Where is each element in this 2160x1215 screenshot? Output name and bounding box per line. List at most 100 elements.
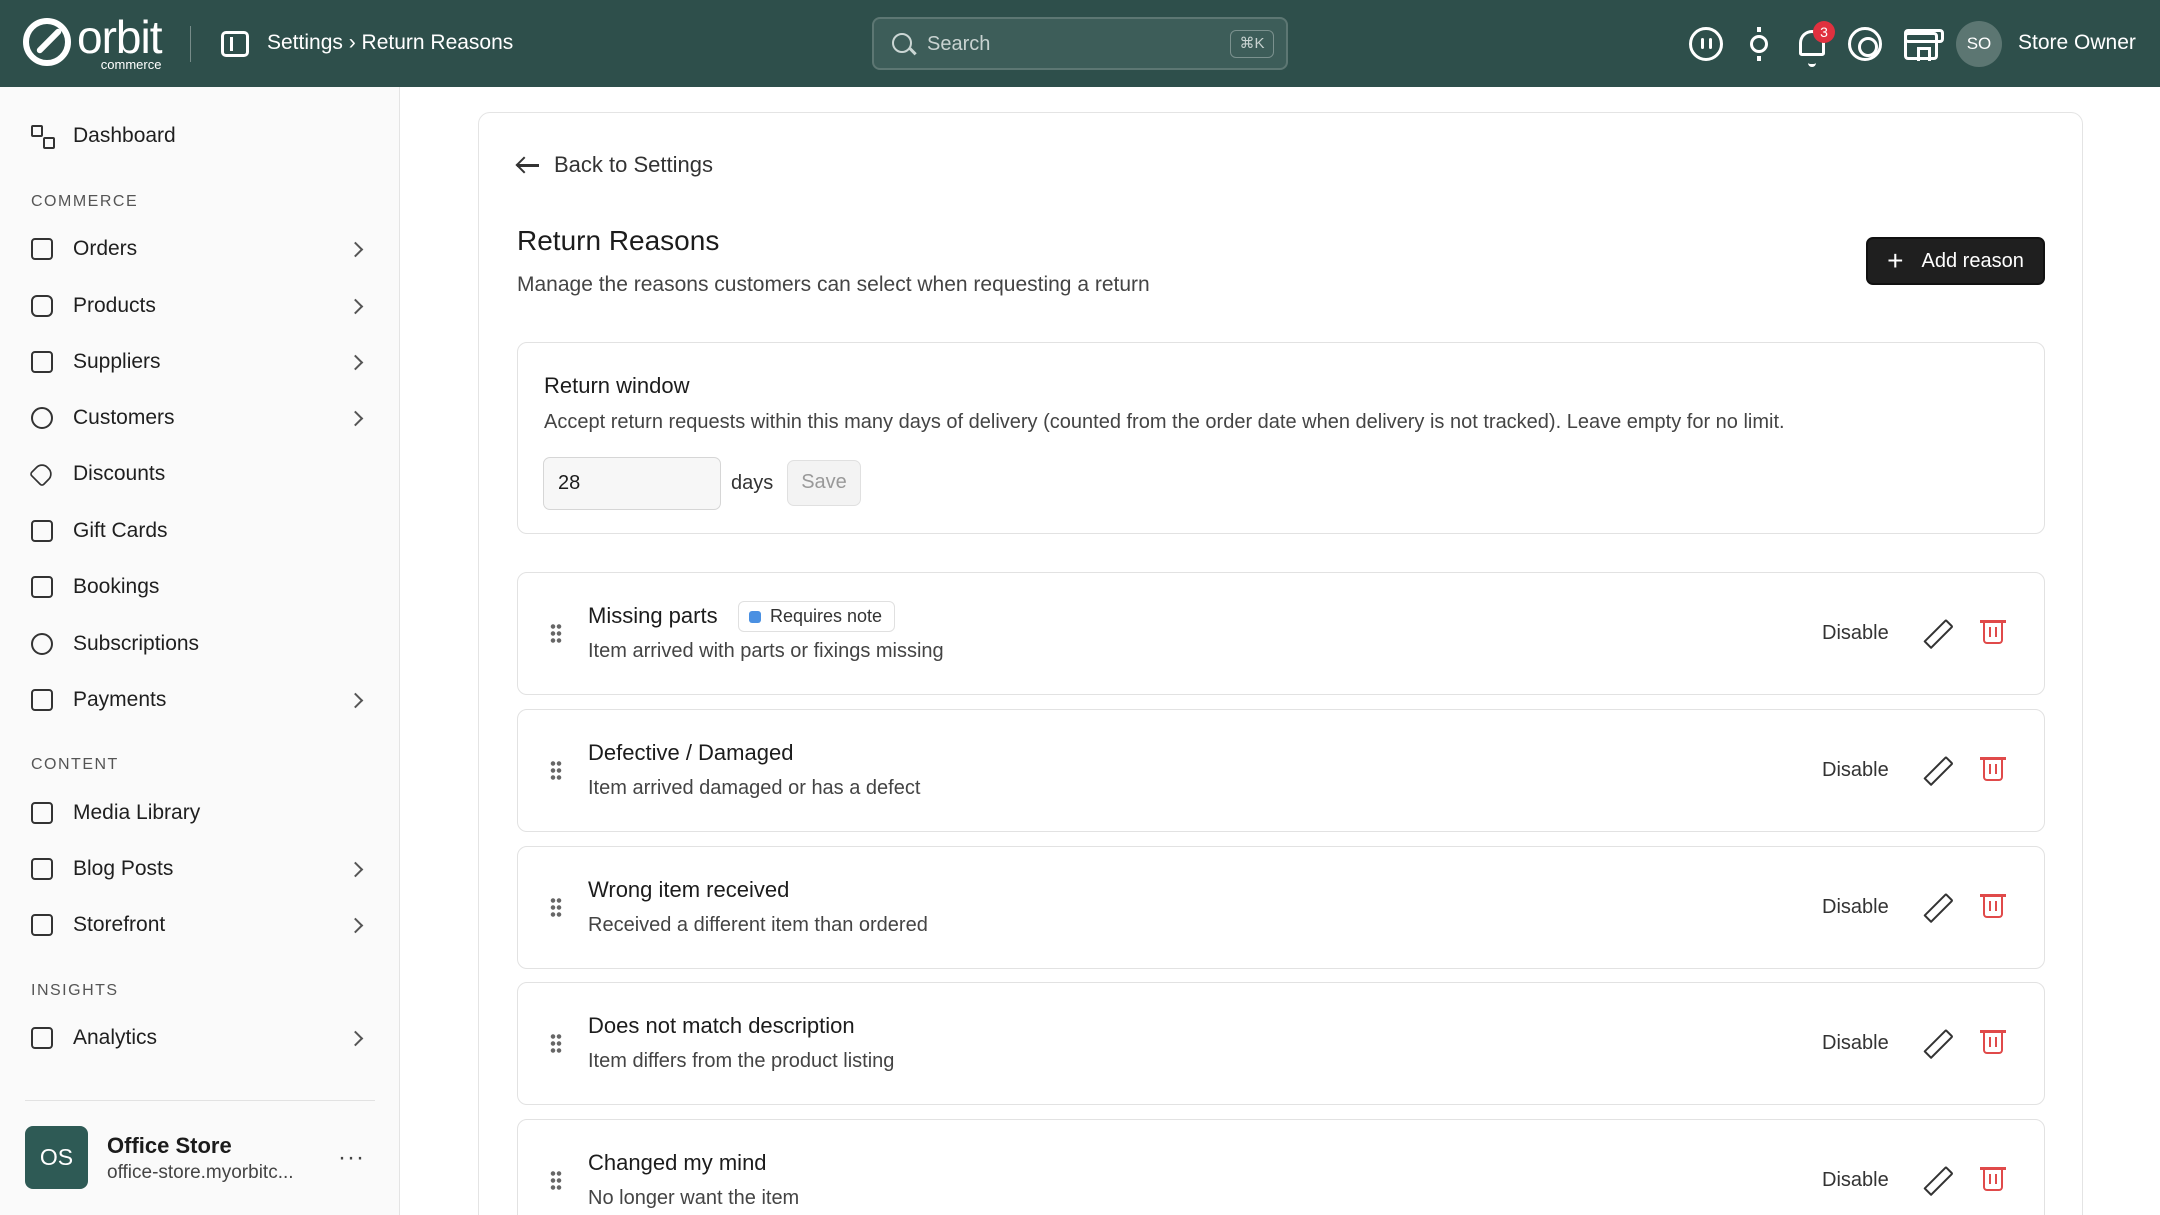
help-icon[interactable] (1848, 27, 1882, 61)
edit-pencil-icon[interactable] (1924, 1029, 1952, 1057)
disable-button[interactable]: Disable (1822, 622, 1889, 645)
sidebar-item-discounts[interactable]: Discounts (28, 454, 371, 494)
delete-trash-icon[interactable] (1980, 757, 2006, 781)
reason-row: Does not match description Item differs … (517, 982, 2045, 1105)
note-indicator-icon (749, 610, 761, 623)
disable-button[interactable]: Disable (1822, 759, 1889, 782)
sidebar-item-label: Discounts (73, 462, 166, 485)
badge-label: Requires note (770, 606, 883, 626)
add-reason-label: Add reason (1921, 249, 2024, 272)
sidebar-item-orders[interactable]: Orders (31, 229, 371, 269)
sidebar-item-label: Storefront (73, 913, 166, 936)
dashboard-icon (31, 125, 55, 149)
sidebar-toggle-icon[interactable] (221, 31, 249, 57)
reason-row: Changed my mind No longer want the item … (517, 1119, 2045, 1215)
notification-count-badge: 3 (1813, 21, 1835, 43)
users-icon (31, 407, 53, 429)
save-button[interactable]: Save (787, 460, 861, 506)
delete-trash-icon[interactable] (1980, 1030, 2006, 1054)
drag-handle-icon[interactable] (550, 623, 562, 645)
storefront-icon[interactable] (1904, 29, 1944, 61)
edit-pencil-icon[interactable] (1924, 1166, 1952, 1194)
sidebar-item-label: Suppliers (73, 350, 161, 373)
edit-pencil-icon[interactable] (1924, 619, 1952, 647)
logo-subtitle: commerce (100, 56, 162, 72)
drag-handle-icon[interactable] (550, 760, 562, 782)
search-bar[interactable]: Search ⌘K (872, 17, 1288, 70)
sidebar-divider (25, 1100, 375, 1101)
chevron-right-icon (347, 354, 364, 370)
sidebar-item-gift-cards[interactable]: Gift Cards (31, 511, 371, 551)
chevron-right-icon (347, 410, 364, 426)
logo-word: orbit (77, 10, 162, 63)
sidebar-item-blog-posts[interactable]: Blog Posts (31, 849, 371, 889)
sidebar-item-label: Customers (73, 406, 175, 429)
sidebar-item-label: Dashboard (73, 124, 176, 147)
disable-button[interactable]: Disable (1822, 896, 1889, 919)
drag-handle-icon[interactable] (550, 1170, 562, 1192)
edit-pencil-icon[interactable] (1924, 756, 1952, 784)
topbar-divider (190, 26, 191, 62)
return-window-days-input[interactable]: 28 (543, 457, 721, 510)
sidebar-item-label: Bookings (73, 575, 160, 598)
sidebar-item-label: Subscriptions (73, 632, 200, 655)
sidebar-item-label: Media Library (73, 801, 201, 824)
edit-pencil-icon[interactable] (1924, 893, 1952, 921)
delete-trash-icon[interactable] (1980, 1167, 2006, 1191)
user-name[interactable]: Store Owner (2018, 31, 2136, 55)
reason-title: Does not match description (588, 1013, 855, 1038)
store-icon (31, 914, 53, 936)
sidebar-item-bookings[interactable]: Bookings (31, 567, 371, 607)
add-reason-button[interactable]: + Add reason (1866, 237, 2045, 285)
back-to-settings-link[interactable]: Back to Settings (517, 152, 713, 178)
page-title: Return Reasons (517, 225, 720, 256)
chevron-right-icon (347, 1030, 364, 1046)
search-icon (892, 33, 912, 53)
theme-toggle-icon[interactable] (1742, 27, 1776, 61)
return-window-card: Return window Accept return requests wit… (517, 342, 2045, 534)
sidebar-item-media-library[interactable]: Media Library (31, 793, 371, 833)
disable-button[interactable]: Disable (1822, 1169, 1889, 1192)
store-name[interactable]: Office Store (107, 1133, 232, 1159)
delete-trash-icon[interactable] (1980, 620, 2006, 644)
requires-note-badge: Requires note (738, 601, 896, 632)
return-window-title: Return window (544, 373, 690, 398)
delete-trash-icon[interactable] (1980, 894, 2006, 918)
return-window-unit: days (731, 472, 774, 494)
back-label: Back to Settings (554, 152, 713, 177)
sidebar-item-dashboard[interactable]: Dashboard (31, 116, 371, 156)
sidebar-item-label: Products (73, 294, 156, 317)
reason-row: Missing parts Requires note Item arrived… (517, 572, 2045, 695)
more-options-icon[interactable]: ··· (338, 1146, 365, 1170)
orbit-logo[interactable]: orbit commerce (23, 10, 162, 72)
return-window-description: Accept return requests within this many … (544, 411, 1785, 433)
sidebar-item-customers[interactable]: Customers (31, 398, 371, 438)
reason-row: Wrong item received Received a different… (517, 846, 2045, 969)
chevron-right-icon (347, 298, 364, 314)
user-avatar[interactable]: SO (1956, 21, 2002, 67)
reason-title: Defective / Damaged (588, 740, 794, 765)
chevron-right-icon (347, 692, 364, 708)
chevron-right-icon (347, 917, 364, 933)
store-url: office-store.myorbitc... (107, 1162, 294, 1183)
assistant-icon[interactable] (1689, 27, 1723, 61)
package-icon (31, 295, 53, 317)
section-title-content: CONTENT (31, 756, 119, 773)
section-title-insights: INSIGHTS (31, 982, 119, 999)
drag-handle-icon[interactable] (550, 1033, 562, 1055)
reason-description: Received a different item than ordered (588, 914, 928, 936)
sidebar-item-storefront[interactable]: Storefront (31, 905, 371, 945)
disable-button[interactable]: Disable (1822, 1032, 1889, 1055)
sidebar-item-products[interactable]: Products (31, 286, 371, 326)
reason-description: Item arrived with parts or fixings missi… (588, 640, 944, 662)
sidebar-item-payments[interactable]: Payments (31, 680, 371, 720)
reason-title: Wrong item received (588, 877, 790, 902)
store-avatar[interactable]: OS (25, 1126, 88, 1189)
drag-handle-icon[interactable] (550, 897, 562, 919)
reason-description: No longer want the item (588, 1187, 800, 1209)
sidebar-item-analytics[interactable]: Analytics (31, 1018, 371, 1058)
sidebar-item-suppliers[interactable]: Suppliers (31, 342, 371, 382)
sidebar-item-label: Gift Cards (73, 519, 168, 542)
sidebar-item-label: Blog Posts (73, 857, 174, 880)
sidebar-item-subscriptions[interactable]: Subscriptions (31, 624, 371, 664)
